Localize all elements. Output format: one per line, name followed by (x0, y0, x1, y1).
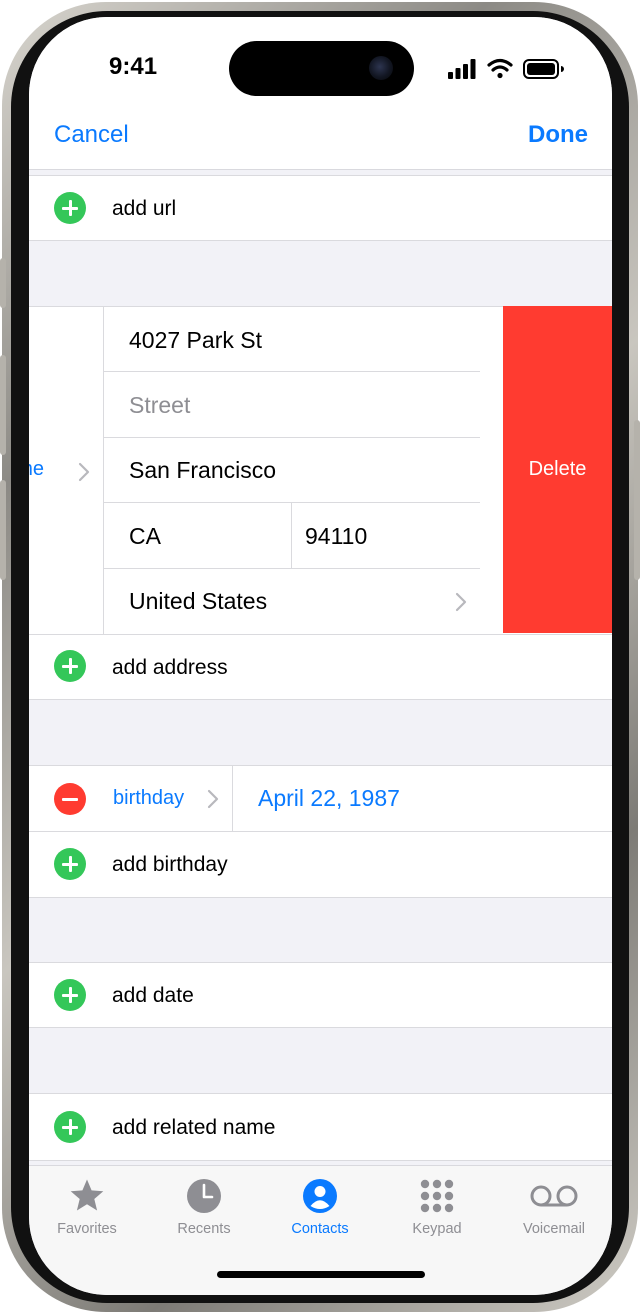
voicemail-icon (530, 1185, 578, 1207)
cancel-button[interactable]: Cancel (54, 121, 129, 149)
wifi-icon (487, 58, 513, 79)
zip-field[interactable]: 94110 (305, 523, 367, 550)
address-divider (103, 307, 104, 634)
add-icon[interactable] (54, 848, 86, 880)
tab-label: Contacts (291, 1221, 349, 1237)
add-icon[interactable] (54, 1111, 86, 1143)
tab-label: Keypad (412, 1221, 462, 1237)
status-bar: 9:41 (29, 17, 612, 117)
street2-field[interactable]: Street (129, 392, 190, 419)
add-url-label: add url (112, 197, 177, 220)
birthday-section: birthday April 22, 1987 add birthday (29, 765, 612, 898)
front-camera (369, 56, 393, 80)
separator (104, 437, 480, 438)
add-birthday-row[interactable]: add birthday (29, 832, 612, 897)
add-date-row[interactable]: add date (29, 963, 612, 1027)
add-url-row[interactable]: add url (29, 176, 612, 240)
date-section: add date (29, 962, 612, 1028)
tab-keypad[interactable]: Keypad (392, 1178, 482, 1248)
phone-screen: 9:41 Cancel Done add url e 4027 Park St … (29, 17, 612, 1295)
birthday-value[interactable]: April 22, 1987 (258, 785, 400, 812)
city-field[interactable]: San Francisco (129, 457, 276, 484)
battery-icon (523, 59, 564, 79)
chevron-right-icon (207, 789, 219, 809)
add-icon[interactable] (54, 192, 86, 224)
tab-label: Favorites (57, 1221, 117, 1237)
add-icon[interactable] (54, 650, 86, 682)
separator (104, 502, 480, 503)
add-related-name-row[interactable]: add related name (29, 1094, 612, 1160)
add-address-row[interactable]: add address (29, 635, 612, 699)
add-date-label: add date (112, 984, 194, 1007)
chevron-right-icon[interactable] (455, 592, 467, 612)
delete-label: Delete (528, 458, 587, 480)
keypad-icon (420, 1179, 454, 1213)
volume-up-button (0, 355, 6, 455)
person-icon (303, 1179, 337, 1213)
tab-label: Recents (177, 1221, 231, 1237)
separator (291, 503, 292, 568)
navigation-bar: Cancel Done (29, 117, 612, 170)
address-type-label[interactable]: home (29, 458, 44, 481)
star-icon (70, 1179, 104, 1211)
status-time: 9:41 (109, 53, 158, 80)
add-birthday-label: add birthday (112, 853, 228, 876)
power-button (634, 420, 640, 580)
separator (232, 766, 233, 831)
state-field[interactable]: CA (129, 523, 161, 550)
separator (104, 371, 480, 372)
add-icon[interactable] (54, 979, 86, 1011)
tab-label: Voicemail (522, 1221, 586, 1237)
delete-button[interactable]: Delete (503, 306, 612, 633)
url-section: add url (29, 175, 612, 241)
tab-recents[interactable]: Recents (159, 1178, 249, 1248)
street-field[interactable]: 4027 Park St (129, 327, 262, 354)
status-icons (448, 57, 568, 81)
add-related-name-label: add related name (112, 1116, 276, 1139)
birthday-type-label[interactable]: birthday (113, 787, 184, 810)
tab-favorites[interactable]: Favorites (42, 1178, 132, 1248)
separator (104, 568, 480, 569)
done-button[interactable]: Done (528, 121, 588, 149)
birthday-row: birthday April 22, 1987 (29, 766, 612, 831)
tab-voicemail[interactable]: Voicemail (509, 1178, 599, 1248)
volume-down-button (0, 480, 6, 580)
related-name-section: add related name (29, 1093, 612, 1161)
home-indicator[interactable] (217, 1271, 425, 1278)
cellular-signal-icon (448, 59, 476, 79)
add-address-label: add address (112, 656, 228, 679)
clock-icon (187, 1179, 221, 1213)
tab-contacts[interactable]: Contacts (275, 1178, 365, 1248)
country-field[interactable]: United States (129, 588, 267, 615)
action-button (0, 258, 6, 308)
remove-icon[interactable] (54, 783, 86, 815)
chevron-right-icon (78, 462, 90, 482)
